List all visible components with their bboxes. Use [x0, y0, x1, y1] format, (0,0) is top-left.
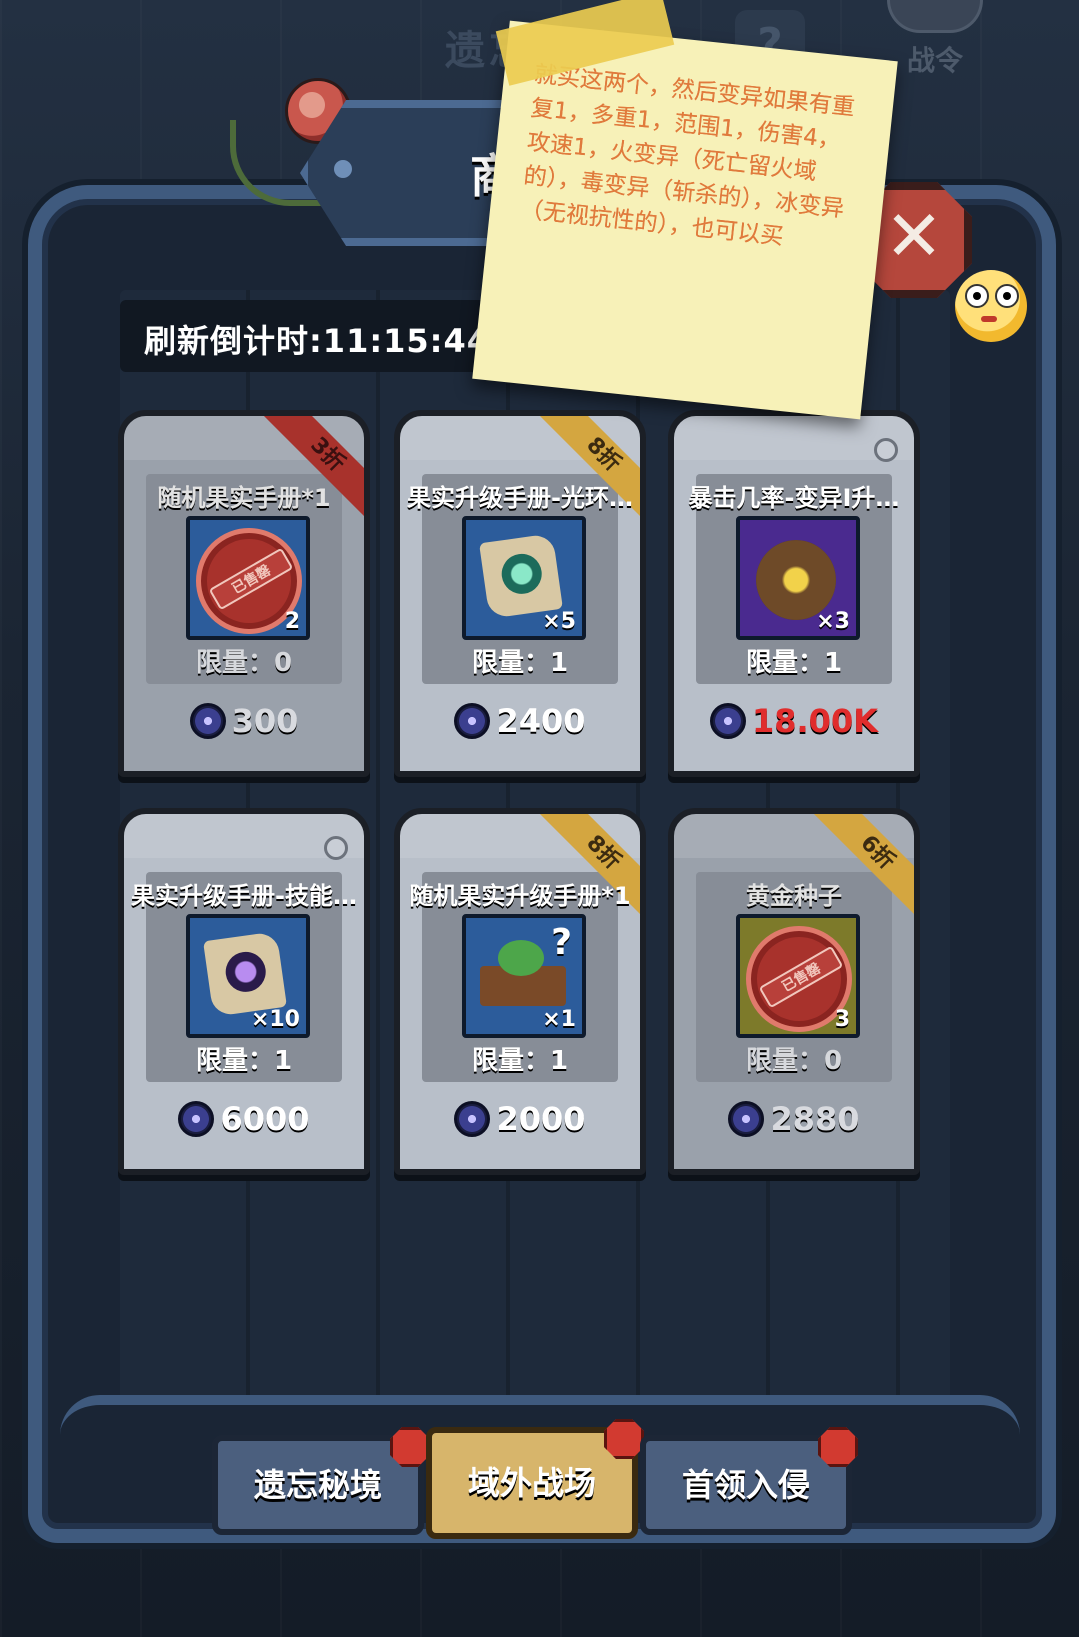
price-row: 2400: [400, 702, 640, 742]
shop-item-card[interactable]: 3折 随机果实手册*1 已售罄 2 限量：0 300: [118, 410, 370, 777]
scroll-icon: [203, 931, 287, 1017]
notification-dot-icon: [818, 1427, 858, 1467]
price-row: 6000: [124, 1100, 364, 1140]
item-name: 果实升级手册-技能…: [131, 882, 357, 910]
item-quantity: ×3: [816, 609, 850, 634]
item-name: 暴击几率-变异I升…: [688, 484, 900, 512]
notification-dot-icon: [604, 1419, 644, 1459]
item-icon: 已售罄 2: [186, 516, 310, 640]
star-gem-icon: [178, 1101, 215, 1137]
item-icon: ? ×1: [462, 914, 586, 1038]
item-price: 300: [231, 702, 299, 740]
refresh-countdown: 刷新倒计时:11:15:44: [144, 322, 490, 360]
item-price: 6000: [220, 1100, 310, 1138]
close-icon: ✕: [884, 195, 944, 277]
item-price: 18.00K: [751, 702, 878, 740]
price-row: 18.00K: [674, 702, 914, 742]
shop-item-card[interactable]: 6折 黄金种子 已售罄 3 限量：0 2880: [668, 808, 920, 1175]
star-gem-icon: [454, 1101, 491, 1137]
item-quantity: ×5: [542, 609, 576, 634]
tab-boss-invasion[interactable]: 首领入侵: [640, 1427, 858, 1535]
item-price: 2880: [770, 1100, 860, 1138]
tab-label: 遗忘秘境: [253, 1466, 382, 1504]
purchase-limit: 限量：0: [745, 1046, 843, 1076]
tab-outer-battlefield[interactable]: 域外战场: [426, 1419, 644, 1539]
sticky-note: 就买这两个，然后变异如果有重复1，多重1，范围1，伤害4，攻速1，火变异（死亡留…: [472, 20, 898, 420]
item-price: 2400: [496, 702, 586, 740]
bottom-tab-bar: 遗忘秘境 域外战场 首领入侵: [150, 1405, 930, 1555]
price-row: 2000: [400, 1100, 640, 1140]
purchase-limit: 限量：1: [745, 648, 843, 678]
fruit-chest-icon: [480, 940, 566, 1006]
pin-icon: [874, 438, 898, 462]
scroll-icon: [479, 533, 563, 619]
item-quantity: ×1: [542, 1007, 576, 1032]
item-quantity: 2: [284, 609, 300, 634]
shop-item-card[interactable]: 暴击几率-变异I升… ×3 限量：1 18.00K: [668, 410, 920, 777]
item-quantity: 3: [834, 1007, 850, 1032]
star-gem-icon: [454, 703, 491, 739]
pin-icon: [324, 836, 348, 860]
plate-rivet: [334, 160, 352, 178]
shop-item-card[interactable]: 8折 随机果实升级手册*1 ? ×1 限量：1 2000: [394, 808, 646, 1175]
purchase-limit: 限量：0: [195, 648, 293, 678]
price-row: 300: [124, 702, 364, 742]
item-name: 随机果实手册*1: [157, 484, 331, 512]
shop-item-card[interactable]: 果实升级手册-技能… ×10 限量：1 6000: [118, 808, 370, 1175]
sticky-note-text: 就买这两个，然后变异如果有重复1，多重1，范围1，伤害4，攻速1，火变异（死亡留…: [518, 61, 856, 251]
star-gem-icon: [189, 703, 226, 739]
notification-dot-icon: [390, 1427, 430, 1467]
item-name: 果实升级手册-光环…: [407, 484, 633, 512]
shop-item-card[interactable]: 8折 果实升级手册-光环… ×5 限量：1 2400: [394, 410, 646, 777]
item-icon: ×5: [462, 516, 586, 640]
tab-label: 域外战场: [467, 1464, 596, 1502]
purchase-limit: 限量：1: [195, 1046, 293, 1076]
question-icon: ?: [551, 922, 572, 963]
battlepass-icon: [887, 0, 983, 33]
emoji-face-icon: [955, 270, 1027, 342]
purchase-limit: 限量：1: [471, 1046, 569, 1076]
price-row: 2880: [674, 1100, 914, 1140]
tab-forgotten-realm[interactable]: 遗忘秘境: [212, 1427, 430, 1535]
tab-label: 首领入侵: [681, 1466, 810, 1504]
item-icon: 已售罄 3: [736, 914, 860, 1038]
item-price: 2000: [496, 1100, 586, 1138]
item-quantity: ×10: [250, 1007, 300, 1032]
item-icon: ×3: [736, 516, 860, 640]
purchase-limit: 限量：1: [471, 648, 569, 678]
item-icon: ×10: [186, 914, 310, 1038]
item-name: 黄金种子: [746, 882, 842, 910]
critical-burst-icon: [756, 540, 836, 620]
item-name: 随机果实升级手册*1: [409, 882, 631, 910]
star-gem-icon: [709, 703, 746, 739]
star-gem-icon: [728, 1101, 765, 1137]
